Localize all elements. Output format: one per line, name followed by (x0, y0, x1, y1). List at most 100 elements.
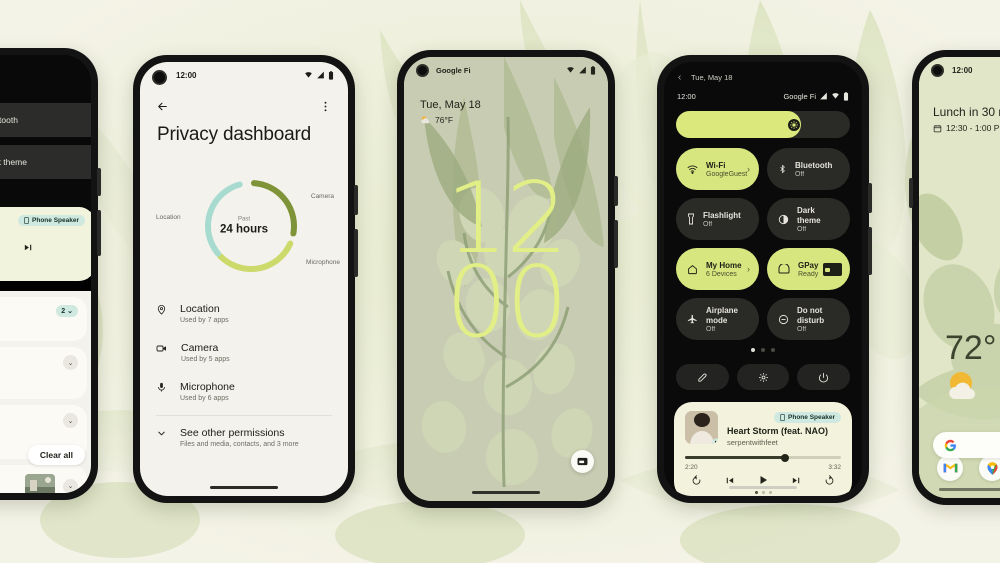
notification-item[interactable]: ⌄ (0, 347, 87, 399)
permission-list: Location Used by 7 apps Camera Used by 5… (140, 294, 348, 457)
power-button[interactable] (354, 185, 358, 215)
list-item-title: See other permissions (180, 427, 285, 439)
volume-button[interactable] (614, 220, 618, 268)
list-item-microphone[interactable]: Microphone Used by 6 apps (140, 372, 348, 411)
google-search-bar[interactable] (933, 432, 1000, 458)
signal-icon (579, 66, 586, 74)
tile-bluetooth-label: Bluetooth (0, 115, 18, 125)
forward-30-icon[interactable] (824, 474, 835, 486)
qs-tile-airplane-mode[interactable]: Airplane mode Off (676, 298, 759, 340)
volume-button[interactable] (97, 210, 101, 256)
media-page-dot[interactable] (754, 491, 758, 494)
photo-icon (25, 474, 55, 493)
power-button[interactable] (909, 178, 913, 208)
chevron-left-icon[interactable] (676, 74, 683, 81)
qs-tile-do-not-disturb[interactable]: Do not disturb Off (767, 298, 850, 340)
quick-settings-peek: Bluetooth Dark theme Phone Speaker (0, 55, 91, 281)
status-bar: 12:00 (919, 57, 1000, 83)
media-player-peek: Phone Speaker (0, 207, 91, 281)
clear-all-button[interactable]: Clear all (27, 445, 85, 465)
list-item-camera[interactable]: Camera Used by 5 apps (140, 333, 348, 372)
qs-tile-sublabel: Off (706, 325, 716, 333)
qs-tile-flashlight[interactable]: Flashlight Off (676, 198, 759, 240)
quick-settings-grid: Wi-Fi GoogleGuest › Bluetooth Off Flashlight O… (676, 148, 850, 340)
app-top-bar (140, 92, 348, 120)
notification-item-with-image[interactable]: ⌄ (0, 465, 87, 493)
qs-tile-wi-fi[interactable]: Wi-Fi GoogleGuest › (676, 148, 759, 190)
tile-dark-theme[interactable]: Dark theme (0, 145, 91, 179)
output-switcher-chip[interactable]: Phone Speaker (774, 412, 841, 423)
donut-label-camera: Camera (310, 193, 334, 200)
navigation-pill[interactable] (472, 491, 540, 494)
next-track-icon[interactable] (791, 475, 802, 486)
lock-screen-weather[interactable]: 76°F (420, 115, 453, 125)
qs-tile-label: Airplane mode (706, 305, 739, 325)
chevron-right-icon[interactable]: › (747, 264, 750, 274)
status-time: 12:00 (176, 70, 197, 80)
qs-tile-bluetooth[interactable]: Bluetooth Off (767, 148, 850, 190)
media-page-dots[interactable] (685, 491, 841, 494)
navigation-pill[interactable] (210, 486, 278, 489)
power-button[interactable] (868, 183, 872, 213)
brightness-knob[interactable] (788, 118, 801, 131)
list-item-location[interactable]: Location Used by 7 apps (140, 294, 348, 333)
media-controls (0, 242, 85, 253)
volume-button[interactable] (868, 227, 872, 275)
qs-tile-dark-theme[interactable]: Dark theme Off (767, 198, 850, 240)
phone-speaker-icon (780, 414, 785, 421)
chevron-down-icon[interactable]: ⌄ (63, 413, 78, 428)
gmail-icon (943, 463, 957, 473)
phone-quick-settings: Tue, May 18 12:00 Google Fi Wi-Fi GoogleG… (657, 55, 872, 503)
wallet-shortcut-button[interactable] (571, 450, 594, 473)
list-item-see-other-permissions[interactable]: See other permissions Files and media, c… (140, 418, 348, 457)
chevron-right-icon[interactable]: › (747, 164, 750, 174)
page-dot[interactable] (771, 348, 775, 352)
quick-settings-page-dots[interactable] (664, 348, 862, 352)
previous-track-icon[interactable] (724, 475, 735, 486)
play-icon[interactable] (0, 242, 1, 253)
at-a-glance-title[interactable]: Lunch in 30 min (933, 105, 1000, 119)
replay-10-icon[interactable] (691, 474, 702, 486)
navigation-pill[interactable] (729, 486, 797, 489)
settings-button[interactable] (736, 364, 790, 390)
wallet-icon (577, 457, 588, 466)
media-page-dot[interactable] (761, 491, 765, 494)
power-button[interactable] (97, 168, 101, 196)
app-gmail[interactable] (937, 455, 963, 481)
qs-tile-label: Dark theme (797, 205, 821, 225)
output-switcher-chip[interactable]: Phone Speaker (18, 215, 85, 226)
chevron-down-icon[interactable]: ⌄ (63, 478, 78, 493)
tile-bluetooth[interactable]: Bluetooth (0, 103, 91, 137)
chevron-down-icon[interactable]: ⌄ (63, 355, 78, 370)
media-duration: 3:32 (828, 464, 841, 471)
qs-tile-sublabel: GoogleGuest (706, 170, 748, 178)
navigation-pill[interactable] (939, 488, 1000, 491)
media-progress-bar[interactable] (685, 453, 841, 462)
play-icon[interactable] (757, 474, 769, 486)
next-track-icon[interactable] (23, 242, 34, 253)
qs-tile-my-home[interactable]: My Home 6 Devices › (676, 248, 759, 290)
media-progress-knob[interactable] (780, 453, 789, 462)
output-switcher-label: Phone Speaker (788, 414, 835, 421)
back-arrow-icon[interactable] (156, 100, 169, 113)
status-bar: Google Fi (404, 57, 608, 83)
qs-tile-gpay[interactable]: GPay Ready (767, 248, 850, 290)
app-google-maps[interactable] (979, 455, 1000, 481)
volume-button[interactable] (354, 229, 358, 277)
edit-tiles-button[interactable] (676, 364, 729, 390)
page-dot[interactable] (761, 348, 765, 352)
media-page-dot[interactable] (768, 491, 772, 494)
page-dot[interactable] (751, 348, 755, 352)
donut-label-microphone: Microphone (306, 259, 340, 266)
brightness-slider[interactable] (676, 111, 850, 138)
notification-item[interactable]: here! 2 ⌄ (0, 297, 87, 341)
at-a-glance-detail-row[interactable]: 12:30 - 1:00 PM (933, 123, 1000, 133)
power-menu-button[interactable] (797, 364, 851, 390)
power-button[interactable] (614, 176, 618, 206)
more-vertical-icon[interactable] (319, 100, 332, 113)
weather-widget-temp[interactable]: 72° (945, 329, 996, 368)
clock-minutes: 00 (445, 246, 569, 361)
notification-group-badge[interactable]: 2 ⌄ (56, 305, 78, 317)
app-badge-icon (712, 438, 718, 444)
lock-screen-temp: 76°F (435, 115, 454, 125)
